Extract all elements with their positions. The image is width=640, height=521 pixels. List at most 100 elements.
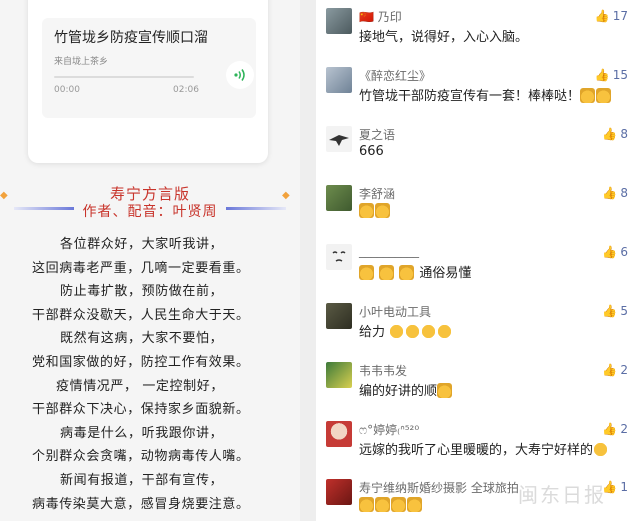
like-button[interactable]: 👍 2 [602, 363, 628, 377]
comment-text: 远嫁的我听了心里暖暖的，大寿宁好样的 [359, 439, 609, 458]
poem-line: 干部群众下决心，保持家乡面貌新。 [32, 402, 250, 418]
avatar[interactable] [326, 185, 352, 211]
poem-line: 防止毒扩散，预防做在前， [60, 284, 224, 300]
like-count: 5 [620, 304, 628, 318]
laughing-face-icon [405, 324, 421, 339]
thumbs-up-emoji-icon [359, 265, 374, 280]
thumbs-up-emoji-icon [399, 265, 415, 280]
thumbs-up-emoji-icon [375, 203, 390, 218]
comment-text: 给力 [359, 321, 453, 340]
laughing-face-icon [421, 324, 437, 339]
article-panel: 竹管垅乡防疫宣传顺口溜 来自垅上茶乡 00:00 02:06 ◆ ◆ 寿宁方言版… [0, 0, 300, 521]
thumbs-up-icon: 👍 [602, 127, 618, 141]
comment-author[interactable]: ෆ°婷婷₍ᐢ⁵²⁰ [359, 421, 419, 438]
poem-line: 各位群众好，大家听我讲， [60, 237, 224, 252]
poem-line: 这回病毒老严重，几嘀一定要看重。 [32, 260, 250, 276]
poem-line: 疫情情况严， 一定控制好， [56, 378, 224, 394]
comment-author[interactable]: __________ [359, 244, 419, 258]
comment-author[interactable]: 韦韦韦发 [359, 362, 407, 379]
avatar[interactable] [326, 8, 352, 34]
like-button[interactable]: 👍 15 [595, 68, 628, 82]
thumbs-up-icon: 👍 [594, 68, 610, 82]
like-button[interactable]: 👍 6 [602, 245, 628, 259]
like-button[interactable]: 👍 1 [602, 480, 628, 494]
avatar[interactable] [326, 362, 352, 388]
laughing-face-icon [389, 324, 405, 339]
comment-author[interactable]: 夏之语 [359, 126, 395, 143]
thumbs-up-emoji-icon [580, 88, 596, 103]
thumbs-up-icon: 👍 [602, 186, 618, 200]
comment-text [359, 497, 423, 513]
like-count: 2 [620, 422, 628, 436]
panel-divider [300, 0, 316, 521]
author-credit: 作者、配音：叶贤周 [82, 204, 218, 220]
avatar[interactable] [326, 421, 352, 447]
like-button[interactable]: 👍 8 [602, 186, 628, 200]
audio-progress-track[interactable] [54, 76, 194, 78]
like-count: 15 [612, 68, 628, 82]
comment-author[interactable]: 李舒涵 [359, 185, 395, 202]
comment-text: 通俗易懂 [359, 262, 471, 281]
thumbs-up-emoji-icon [437, 383, 453, 398]
like-count: 17 [612, 9, 628, 23]
poem-line: 病毒是什么，听我跟你讲， [60, 425, 224, 441]
laughing-face-icon [437, 324, 453, 339]
audio-source: 来自垅上茶乡 [54, 57, 109, 67]
face-icon [332, 251, 346, 262]
like-button[interactable]: 👍 5 [602, 304, 628, 318]
like-button[interactable]: 👍 8 [602, 127, 628, 141]
avatar[interactable] [326, 479, 352, 505]
comment-list: 🇨🇳 乃印 接地气，说得好，入心入脑。 👍 17 《醉恋红尘》 竹管垅干部防疫宣… [316, 0, 640, 521]
thumbs-up-emoji-icon [391, 497, 406, 512]
thumbs-up-emoji-icon [375, 497, 390, 512]
audio-player[interactable]: 竹管垅乡防疫宣传顺口溜 来自垅上茶乡 00:00 02:06 [42, 18, 256, 118]
poem-line: 干部群众没歇天，人民生命大于天。 [32, 307, 250, 323]
audio-duration: 02:06 [173, 85, 199, 95]
like-count: 1 [620, 480, 628, 494]
comment-author[interactable]: 寿宁维纳斯婚纱摄影 全球旅拍 [359, 479, 519, 496]
play-button[interactable] [226, 61, 254, 89]
comment-author[interactable]: 《醉恋红尘》 [359, 67, 431, 84]
audio-card[interactable]: 竹管垅乡防疫宣传顺口溜 来自垅上茶乡 00:00 02:06 [28, 0, 268, 163]
poem-text: 各位群众好，大家听我讲， 这回病毒老严重，几嘀一定要看重。 防止毒扩散，预防做在… [0, 233, 300, 516]
audio-current-time: 00:00 [54, 85, 80, 95]
audio-wave-icon [234, 69, 245, 81]
comment-author[interactable]: 小叶电动工具 [359, 303, 431, 320]
like-count: 8 [620, 186, 628, 200]
thumbs-up-icon: 👍 [602, 363, 618, 377]
comment-text [359, 203, 391, 219]
watermark-logo: 闽东日报 [518, 483, 606, 507]
thumbs-up-icon: 👍 [602, 422, 618, 436]
thumbs-up-emoji-icon [379, 265, 395, 280]
thumbs-up-emoji-icon [407, 497, 422, 512]
audio-title: 竹管垅乡防疫宣传顺口溜 [54, 30, 208, 46]
comment-author[interactable]: 🇨🇳 乃印 [359, 8, 402, 25]
thumbs-up-emoji-icon [359, 203, 374, 218]
china-flag-icon: 🇨🇳 [359, 10, 374, 24]
avatar[interactable] [326, 244, 352, 270]
thumbs-up-emoji-icon [359, 497, 374, 512]
thumbs-up-icon: 👍 [602, 245, 618, 259]
thumbs-up-emoji-icon [596, 88, 612, 103]
poem-line: 病毒传染莫大意，感冒身烧要注意。 [32, 496, 250, 512]
grinning-face-icon [593, 442, 609, 457]
like-count: 8 [620, 127, 628, 141]
thumbs-up-icon: 👍 [594, 9, 610, 23]
poem-line: 新闻有报道，干部有宣传， [60, 472, 224, 488]
bird-icon [329, 135, 349, 146]
like-button[interactable]: 👍 17 [595, 9, 628, 23]
poem-line: 党和国家做的好，防控工作有效果。 [32, 354, 250, 370]
comment-text: 竹管垅干部防疫宣传有一套！棒棒哒！ [359, 85, 612, 104]
like-button[interactable]: 👍 2 [602, 422, 628, 436]
comment-text: 接地气，说得好，入心入脑。 [359, 30, 529, 45]
avatar[interactable] [326, 303, 352, 329]
avatar[interactable] [326, 67, 352, 93]
comment-text: 编的好讲的顺 [359, 380, 453, 399]
avatar[interactable] [326, 126, 352, 152]
thumbs-up-icon: 👍 [602, 304, 618, 318]
poem-line: 既然有这病，大家不要怕， [60, 331, 224, 347]
poem-line: 个别群众会贪嘴，动物病毒传人嘴。 [32, 449, 250, 465]
like-count: 2 [620, 363, 628, 377]
comment-text: 666 [359, 144, 384, 159]
like-count: 6 [620, 245, 628, 259]
